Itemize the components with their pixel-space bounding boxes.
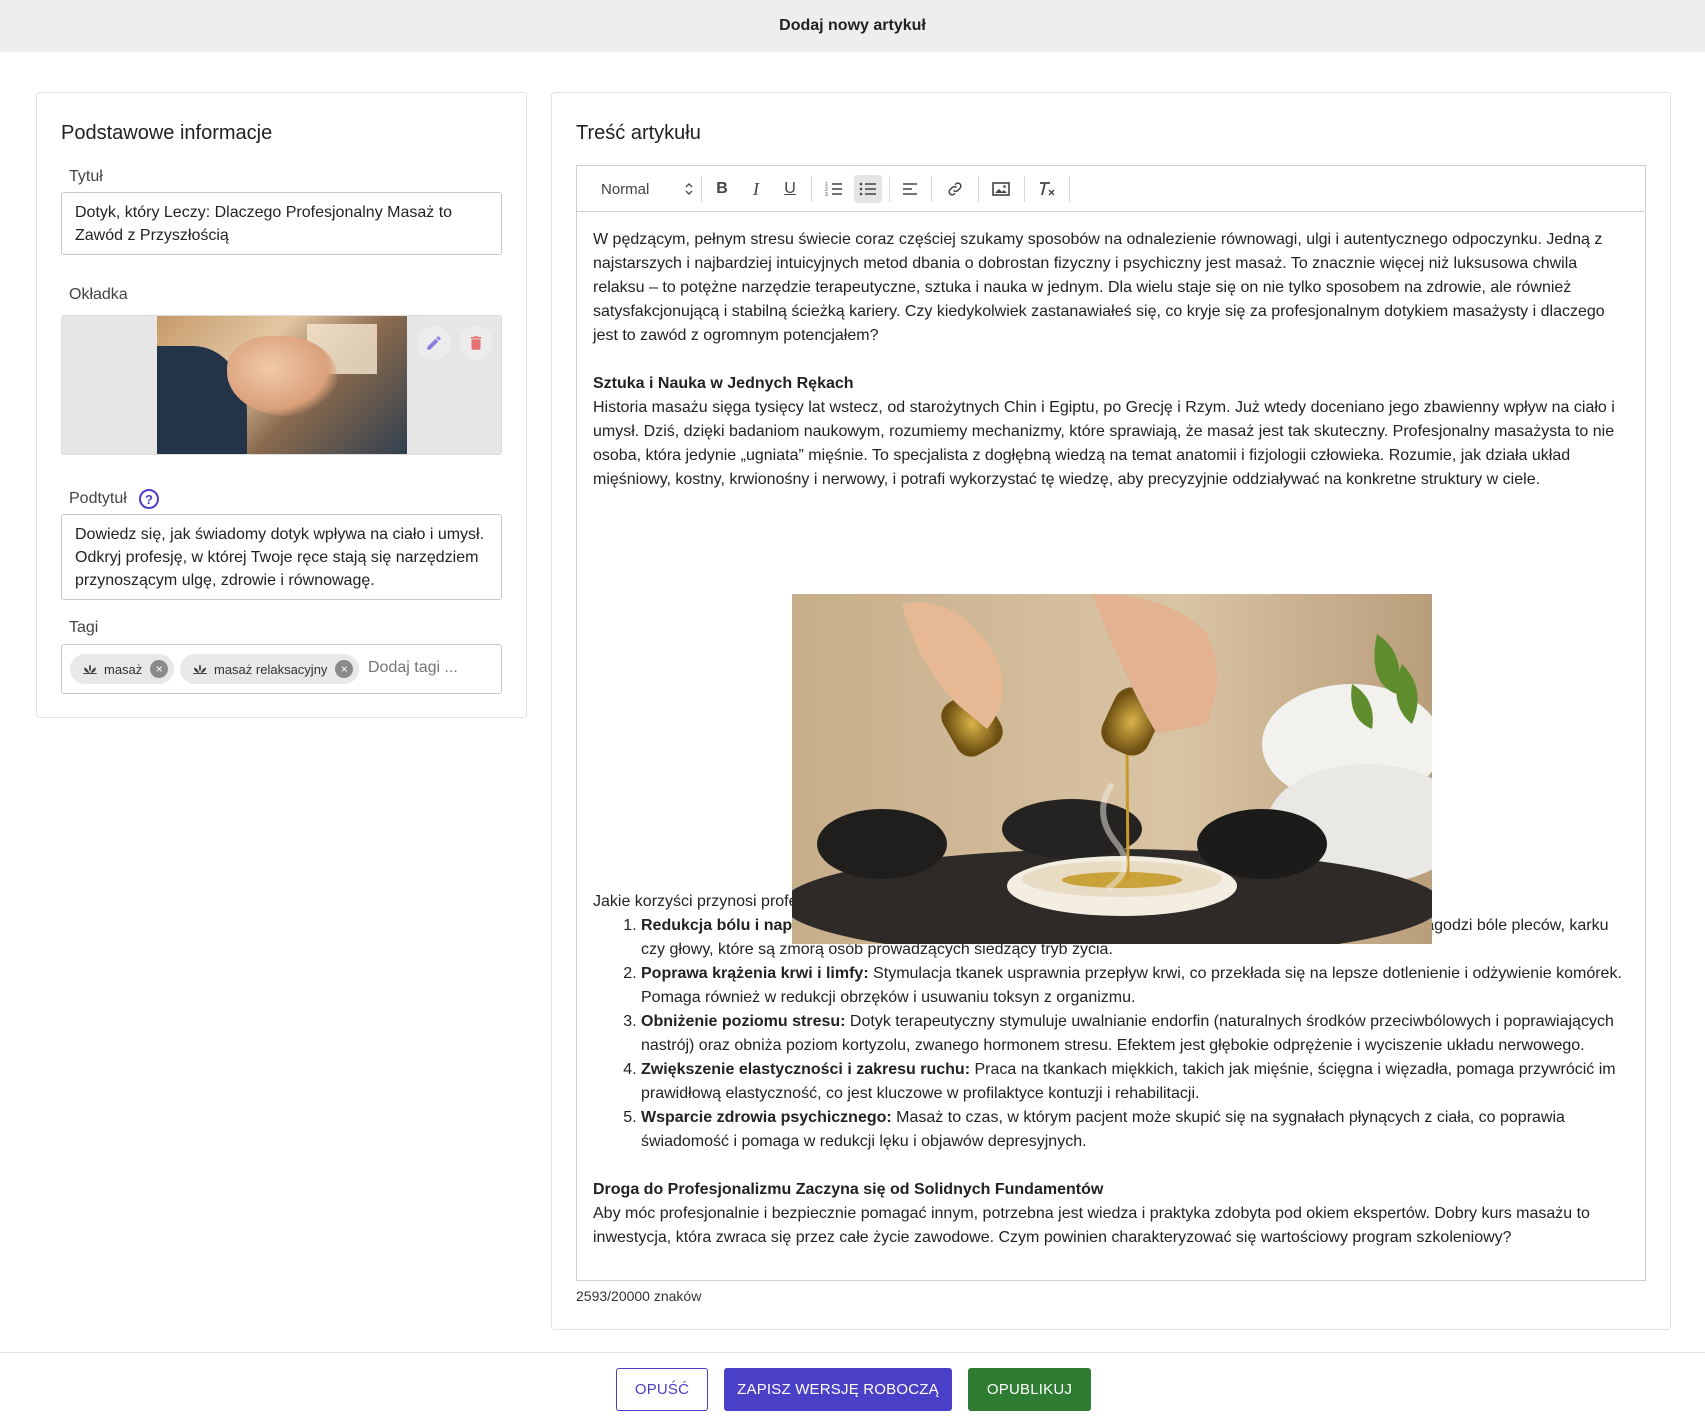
lotus-icon <box>193 664 207 674</box>
rich-text-editor[interactable]: Normal B I U 123 W pędzącym, pełnym stre… <box>576 165 1646 1281</box>
article-image[interactable] <box>792 594 1432 944</box>
bullet-list-button[interactable] <box>854 175 882 203</box>
lotus-icon <box>83 664 97 674</box>
list-item: Zwiększenie elastyczności i zakresu ruch… <box>641 1058 1633 1106</box>
massage-oil-image <box>792 594 1432 944</box>
tag-chip-label: masaż relaksacyjny <box>214 661 328 677</box>
tags-label: Tagi <box>69 619 99 636</box>
tag-input[interactable] <box>368 659 488 677</box>
basic-info-title: Podstawowe informacje <box>61 122 273 144</box>
list-item: Obniżenie poziomu stresu: Dotyk terapeut… <box>641 1010 1633 1058</box>
format-select-value: Normal <box>601 180 650 198</box>
cover-label: Okładka <box>69 286 128 303</box>
italic-button[interactable]: I <box>742 175 770 203</box>
align-button[interactable] <box>896 175 924 203</box>
bullet-list-icon <box>859 182 876 196</box>
basic-info-card: Podstawowe informacje Tytuł Dotyk, który… <box>36 92 527 718</box>
subtitle-label: Podtytuł <box>69 490 127 507</box>
cover-upload[interactable] <box>61 315 502 455</box>
editor-toolbar: Normal B I U 123 <box>577 166 1645 212</box>
clear-format-icon <box>1040 182 1055 196</box>
article-heading: Sztuka i Nauka w Jednych Rękach <box>593 375 854 392</box>
underline-icon: U <box>784 180 796 197</box>
article-content-card: Treść artykułu Normal B I U 123 W pędząc… <box>551 92 1671 1330</box>
save-draft-button[interactable]: ZAPISZ WERSJĘ ROBOCZĄ <box>724 1368 952 1411</box>
image-button[interactable] <box>987 175 1015 203</box>
format-select[interactable]: Normal <box>601 178 693 200</box>
underline-button[interactable]: U <box>776 175 804 203</box>
char-counter: 2593/20000 znaków <box>576 1288 702 1304</box>
title-input[interactable]: Dotyk, który Leczy: Dlaczego Profesjonal… <box>61 192 502 255</box>
link-button[interactable] <box>941 175 969 203</box>
title-label: Tytuł <box>69 168 103 185</box>
tag-chip-label: masaż <box>104 661 143 677</box>
remove-tag-icon[interactable]: × <box>335 660 354 678</box>
publish-button[interactable]: OPUBLIKUJ <box>968 1368 1091 1411</box>
italic-icon: I <box>753 178 759 199</box>
link-icon <box>948 182 962 196</box>
question-circle-icon[interactable]: ? <box>139 489 159 509</box>
page-title: Dodaj nowy artykuł <box>779 17 926 34</box>
image-icon <box>992 182 1010 196</box>
ordered-list-icon: 123 <box>825 182 842 197</box>
edit-cover-button[interactable] <box>417 326 451 360</box>
align-icon <box>903 183 917 195</box>
page-header: Dodaj nowy artykuł <box>0 0 1705 52</box>
trash-icon <box>470 336 482 350</box>
cover-image <box>157 316 407 454</box>
ordered-list-button[interactable]: 123 <box>820 175 848 203</box>
article-heading: Droga do Profesjonalizmu Zaczyna się od … <box>593 1181 1104 1198</box>
cancel-button[interactable]: OPUŚĆ <box>616 1368 708 1411</box>
benefits-list: Redukcja bólu i napięcia mięśniowego: Po… <box>593 914 1633 1154</box>
tag-chip[interactable]: masaż relaksacyjny × <box>180 654 360 684</box>
bold-button[interactable]: B <box>708 175 736 203</box>
clear-format-button[interactable] <box>1033 175 1061 203</box>
list-item: Wsparcie zdrowia psychicznego: Masaż to … <box>641 1106 1633 1154</box>
tag-chip[interactable]: masaż × <box>70 654 175 684</box>
delete-cover-button[interactable] <box>459 326 493 360</box>
list-item: Poprawa krążenia krwi i limfy: Stymulacj… <box>641 962 1633 1010</box>
bold-icon: B <box>716 180 728 197</box>
article-content-title: Treść artykułu <box>576 122 701 144</box>
svg-text:3: 3 <box>825 192 828 197</box>
chevron-updown-icon <box>685 182 693 196</box>
article-paragraph: Aby móc profesjonalnie i bezpiecznie pom… <box>593 1205 1590 1246</box>
subtitle-input[interactable]: Dowiedz się, jak świadomy dotyk wpływa n… <box>61 514 502 600</box>
footer-divider <box>0 1352 1705 1353</box>
tags-field[interactable]: masaż × masaż relaksacyjny × <box>61 644 502 694</box>
pencil-icon <box>427 336 441 350</box>
intro-paragraph: W pędzącym, pełnym stresu świecie coraz … <box>593 231 1605 344</box>
article-paragraph: Historia masażu sięga tysięcy lat wstecz… <box>593 399 1615 488</box>
remove-tag-icon[interactable]: × <box>150 660 169 678</box>
